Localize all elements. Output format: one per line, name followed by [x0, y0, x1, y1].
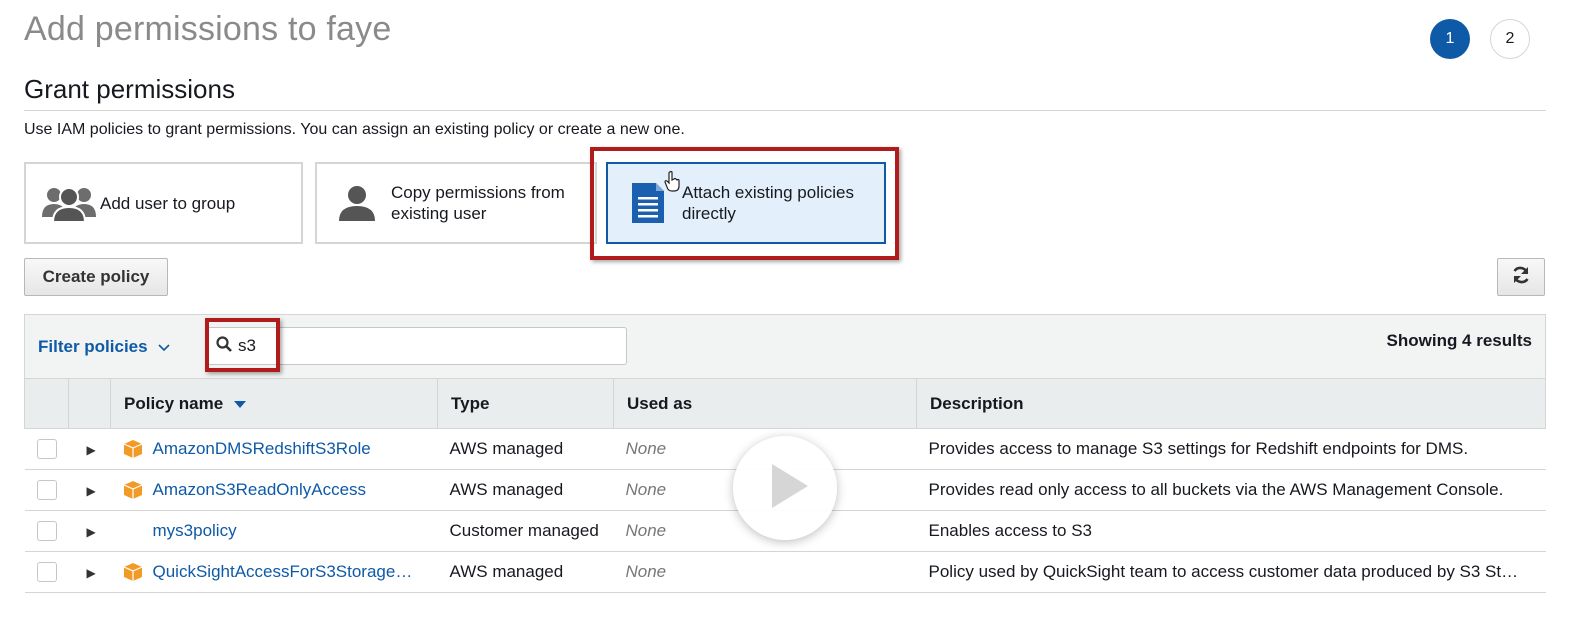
policy-type: AWS managed [437, 551, 614, 593]
table-header-row: Policy name Type Used as Description [24, 378, 1546, 429]
header-select [24, 378, 69, 429]
filter-bar: Filter policies Showing 4 results [24, 314, 1546, 378]
results-count: Showing 4 results [1386, 331, 1532, 350]
row-checkbox[interactable] [36, 439, 57, 460]
section-title: Grant permissions [24, 74, 235, 104]
option-copy-permissions[interactable]: Copy permissions from existing user [315, 162, 597, 244]
policy-name-link[interactable]: AmazonDMSRedshiftS3Role [153, 439, 371, 459]
option-attach-policies[interactable]: Attach existing policies directly [606, 162, 886, 244]
row-checkbox[interactable] [36, 562, 57, 583]
policy-name-link[interactable]: QuickSightAccessForS3Storage… [153, 562, 413, 582]
search-input[interactable] [238, 336, 598, 356]
policy-type: AWS managed [437, 428, 614, 470]
play-icon [770, 462, 810, 515]
policy-description: Policy used by QuickSight team to access… [916, 551, 1546, 593]
expand-caret-icon[interactable]: ▶ [87, 484, 96, 498]
policy-name-link[interactable]: mys3policy [153, 521, 237, 541]
group-icon [40, 183, 98, 223]
search-box [207, 327, 627, 365]
divider [24, 110, 1546, 111]
expand-caret-icon[interactable]: ▶ [87, 525, 96, 539]
header-description[interactable]: Description [916, 378, 1546, 429]
header-type[interactable]: Type [437, 378, 614, 429]
header-expand [68, 378, 111, 429]
document-icon [630, 181, 666, 225]
help-text: Use IAM policies to grant permissions. Y… [24, 121, 685, 138]
page-title: Add permissions to faye [24, 10, 392, 48]
chevron-down-icon [158, 337, 170, 356]
step-1[interactable]: 1 [1430, 19, 1470, 59]
expand-caret-icon[interactable]: ▶ [87, 566, 96, 580]
option-label: Copy permissions from existing user [391, 183, 565, 223]
header-policy-name[interactable]: Policy name [110, 378, 438, 429]
policy-description: Enables access to S3 [916, 510, 1546, 552]
aws-managed-icon [123, 562, 143, 582]
aws-managed-icon [123, 480, 143, 500]
step-2[interactable]: 2 [1490, 19, 1530, 59]
icon-spacer [123, 521, 143, 541]
search-icon [216, 335, 232, 357]
row-checkbox[interactable] [36, 521, 57, 542]
table-row: ▶ QuickSightAccessForS3Storage… AWS mana… [24, 551, 1546, 593]
used-as: None [613, 551, 917, 593]
policy-type: Customer managed [437, 510, 614, 552]
expand-caret-icon[interactable]: ▶ [87, 443, 96, 457]
wizard-steps: 1 2 [1430, 19, 1530, 59]
policy-description: Provides read only access to all buckets… [916, 469, 1546, 511]
filter-policies-dropdown[interactable]: Filter policies [38, 337, 170, 357]
cursor-hand-icon [664, 170, 682, 197]
filter-label: Filter policies [38, 337, 148, 356]
option-label: Add user to group [100, 193, 236, 213]
refresh-icon [1511, 265, 1531, 290]
user-icon [337, 183, 377, 223]
video-play-button[interactable] [733, 436, 837, 540]
sort-desc-icon [233, 394, 246, 413]
header-used-as[interactable]: Used as [613, 378, 917, 429]
policy-description: Provides access to manage S3 settings fo… [916, 428, 1546, 470]
option-add-user-to-group[interactable]: Add user to group [24, 162, 303, 244]
create-policy-button[interactable]: Create policy [24, 258, 168, 296]
row-checkbox[interactable] [36, 480, 57, 501]
header-label: Policy name [124, 393, 224, 413]
policy-name-link[interactable]: AmazonS3ReadOnlyAccess [153, 480, 367, 500]
policy-type: AWS managed [437, 469, 614, 511]
aws-managed-icon [123, 439, 143, 459]
option-label: Attach existing policies directly [682, 183, 854, 223]
refresh-button[interactable] [1497, 258, 1545, 296]
